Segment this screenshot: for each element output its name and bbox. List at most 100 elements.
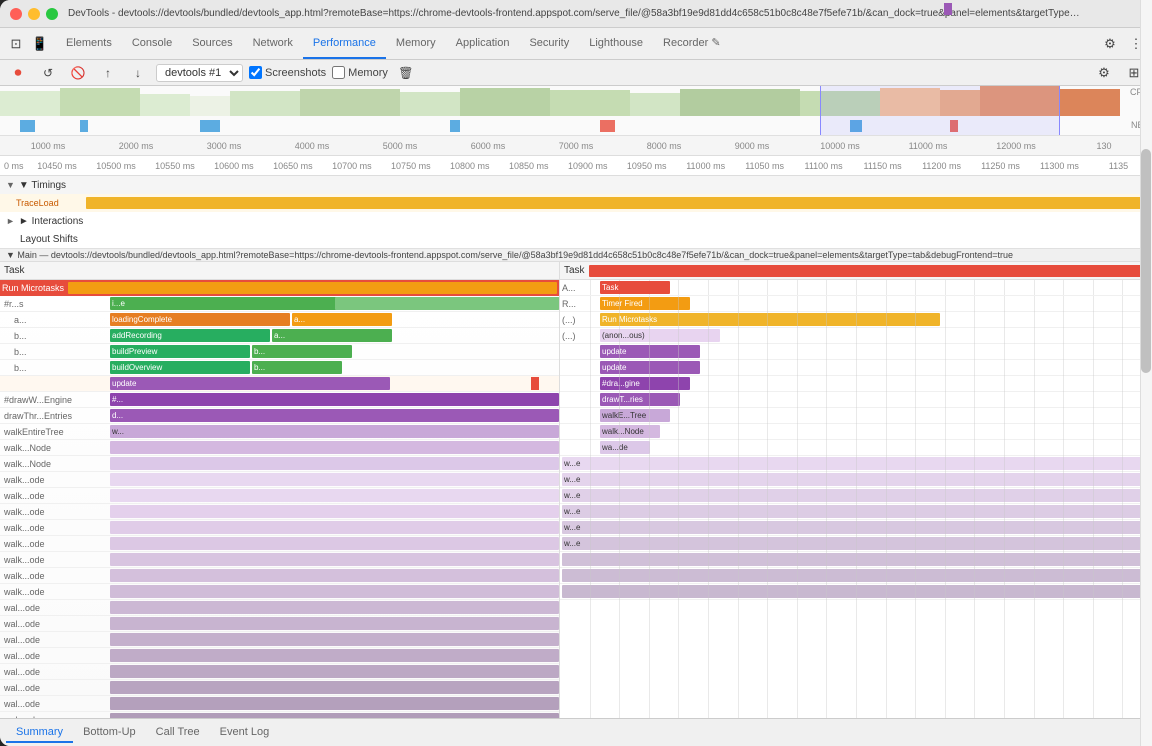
record-icon[interactable]: ⏺ — [6, 61, 30, 85]
reload-record-icon[interactable]: ↺ — [36, 61, 60, 85]
inspect-icon[interactable]: ⊡ — [4, 32, 28, 56]
tab-memory[interactable]: Memory — [386, 28, 446, 59]
traceload-row[interactable]: TraceLoad — [0, 194, 1152, 212]
screenshots-checkbox-label[interactable]: Screenshots — [249, 66, 326, 79]
tab-sources[interactable]: Sources — [182, 28, 242, 59]
sub-tick-11250: 11250 ms — [971, 161, 1030, 171]
tab-security[interactable]: Security — [519, 28, 579, 59]
label-b3: b... — [0, 363, 110, 373]
row-walk-node-2: walk...Node — [0, 456, 559, 472]
delete-icon[interactable]: 🗑 — [394, 61, 418, 85]
right-update-row-1: update — [560, 344, 1152, 360]
tab-network[interactable]: Network — [243, 28, 303, 59]
scrollbar-track[interactable] — [1140, 262, 1152, 718]
row-walk-entire: walkEntireTree w... — [0, 424, 559, 440]
timings-header[interactable]: ▼ ▼ Timings — [0, 176, 1152, 194]
bar-loading-complete: loadingComplete — [110, 313, 290, 326]
label-walode-5: wal...ode — [0, 667, 110, 677]
bar-b2-2: b... — [252, 345, 352, 358]
profile-select[interactable]: devtools #1 — [156, 64, 243, 82]
upload-icon[interactable]: ↑ — [96, 61, 120, 85]
bar-build-preview: buildPreview — [110, 345, 250, 358]
bar-draww: #... — [110, 393, 559, 406]
row-update: update — [0, 376, 559, 392]
flame-left-header: Task — [0, 262, 559, 280]
right-bar-drawengine: #dra...gine — [600, 377, 690, 390]
tick-7000: 7000 ms — [532, 141, 620, 151]
interactions-row[interactable]: ► ► Interactions — [0, 212, 1152, 230]
maximize-button[interactable] — [46, 8, 58, 20]
right-bar-we-5: w...e — [562, 521, 1150, 534]
tab-application[interactable]: Application — [446, 28, 520, 59]
row-walkode-7: walk...ode — [0, 568, 559, 584]
clear-icon[interactable]: 🚫 — [66, 61, 90, 85]
flame-left-body[interactable]: Run Microtasks #r...s i...e a... — [0, 280, 559, 718]
row-walk-node-1: walk...Node — [0, 440, 559, 456]
traceload-bar — [86, 197, 1148, 209]
minimize-button[interactable] — [28, 8, 40, 20]
overview-bar[interactable]: CPU NET — [0, 86, 1152, 136]
bar-walode-5 — [110, 665, 559, 678]
tab-recorder[interactable]: Recorder ✎ — [653, 28, 731, 59]
bar-walode-1 — [110, 601, 559, 614]
row-rrs: #r...s i...e — [0, 296, 559, 312]
close-button[interactable] — [10, 8, 22, 20]
label-rrs: #r...s — [0, 299, 110, 309]
right-label-paren2: (...) — [560, 331, 600, 341]
row-walode-7: wal...ode — [0, 696, 559, 712]
memory-checkbox-label[interactable]: Memory — [332, 66, 388, 79]
tab-bottom-up[interactable]: Bottom-Up — [73, 723, 146, 743]
right-bar-timer: Timer Fired — [600, 297, 690, 310]
sub-tick-10550: 10550 ms — [145, 161, 204, 171]
perf-settings-icon[interactable]: ⚙ — [1092, 61, 1116, 85]
row-walode-5: wal...ode — [0, 664, 559, 680]
memory-checkbox[interactable] — [332, 66, 345, 79]
right-bar-microtask: Run Microtasks — [600, 313, 940, 326]
row-walode-4: wal...ode — [0, 648, 559, 664]
title-bar: DevTools - devtools://devtools/bundled/d… — [0, 0, 1152, 28]
flame-right-body[interactable]: A... Task R... Timer Fired (...) Run Mic… — [560, 280, 1152, 718]
tab-performance[interactable]: Performance — [303, 28, 386, 59]
tick-130: 130 — [1060, 141, 1148, 151]
sub-tick-11000: 11000 ms — [676, 161, 735, 171]
tab-call-tree[interactable]: Call Tree — [146, 723, 210, 743]
right-we-row-4: w...e — [560, 504, 1152, 520]
bar-walkode-4 — [110, 521, 559, 534]
bar-walkode-8 — [110, 585, 559, 598]
tab-event-log[interactable]: Event Log — [210, 723, 280, 743]
tick-11000: 11000 ms — [884, 141, 972, 151]
bar-walk-entire: w... — [110, 425, 559, 438]
right-walknode-row: walk...Node — [560, 424, 1152, 440]
sub-tick-10850: 10850 ms — [499, 161, 558, 171]
screenshots-checkbox[interactable] — [249, 66, 262, 79]
scrollbar-thumb[interactable] — [1141, 262, 1151, 373]
row-walkode-4: walk...ode — [0, 520, 559, 536]
label-walkode-6: walk...ode — [0, 555, 110, 565]
tab-lighthouse[interactable]: Lighthouse — [579, 28, 653, 59]
layout-shifts-row[interactable]: Layout Shifts — [0, 230, 1152, 248]
bar-walkode-1 — [110, 473, 559, 486]
sub-tick-10900: 10900 ms — [558, 161, 617, 171]
sub-tick-10950: 10950 ms — [617, 161, 676, 171]
sub-tick-11150: 11150 ms — [853, 161, 912, 171]
download-icon[interactable]: ↓ — [126, 61, 150, 85]
label-walode-7: wal...ode — [0, 699, 110, 709]
device-icon[interactable]: 📱 — [28, 32, 52, 56]
right-we-row-5: w...e — [560, 520, 1152, 536]
settings-icon[interactable]: ⚙ — [1098, 32, 1122, 56]
label-b2: b... — [0, 347, 110, 357]
label-walkode-8: walk...ode — [0, 587, 110, 597]
tab-summary[interactable]: Summary — [6, 723, 73, 743]
tab-elements[interactable]: Elements — [56, 28, 122, 59]
right-anon-row: (...) (anon...ous) — [560, 328, 1152, 344]
sub-tick-11300: 11300 ms — [1030, 161, 1089, 171]
tick-8000: 8000 ms — [620, 141, 708, 151]
flame-left-header-label: Task — [4, 265, 25, 276]
row-walode-1: wal...ode — [0, 600, 559, 616]
row-walkode-1: walk...ode — [0, 472, 559, 488]
right-bar-walknode: walk...Node — [600, 425, 660, 438]
tab-console[interactable]: Console — [122, 28, 182, 59]
tick-2000: 2000 ms — [92, 141, 180, 151]
bar-walode-8 — [110, 713, 559, 718]
bar-b1-2: a... — [272, 329, 392, 342]
